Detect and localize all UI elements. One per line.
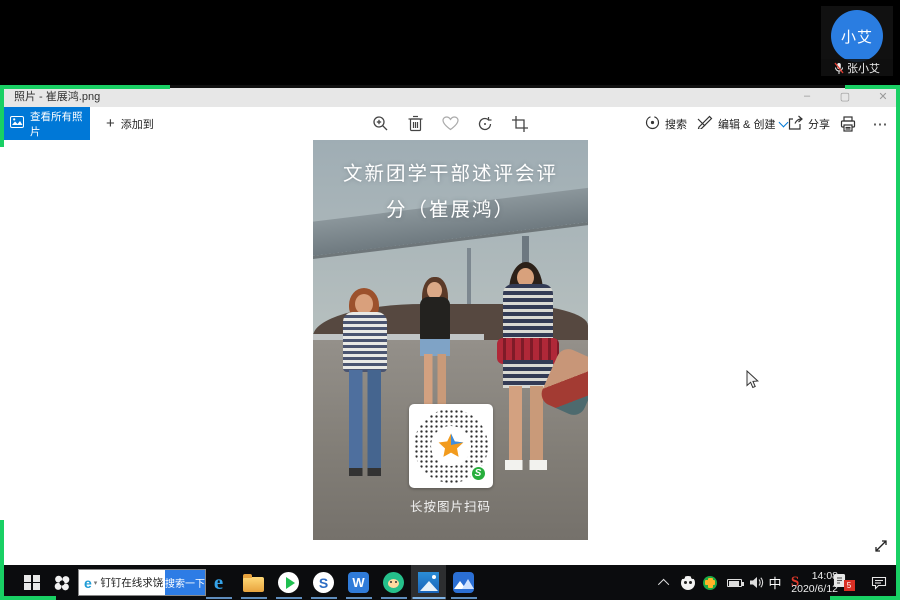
video-play-icon — [278, 572, 299, 593]
photo-viewer-canvas: 文新团学干部述评会评 分（崔展鸿） S 长按图片扫码 — [0, 140, 900, 565]
share-border-bottom-right — [830, 596, 900, 600]
zoom-icon[interactable] — [365, 107, 395, 140]
window-title: 照片 - 崔展鸿.png — [14, 88, 100, 104]
edit-create-button[interactable]: 编辑 & 创建 — [697, 107, 787, 140]
windows-taskbar: e ▾ 钉钉在线求饶 搜索一下 e S W — [0, 565, 900, 600]
share-border-right — [896, 85, 900, 600]
notification-badge: 5 — [844, 580, 855, 591]
view-all-photos-label: 查看所有照片 — [30, 109, 90, 139]
photo-person-left — [341, 292, 389, 482]
photo-title-text: 文新团学干部述评会评 分（崔展鸿） — [313, 156, 588, 228]
qr-code: S — [409, 404, 493, 488]
tray-notes-app[interactable]: 5 — [828, 565, 852, 600]
taskbar-chat-app-button[interactable] — [376, 565, 411, 600]
qr-caption: 长按图片扫码 — [313, 496, 588, 515]
battery-icon — [727, 579, 742, 587]
tray-chevron-up[interactable] — [655, 565, 675, 600]
plus-icon: + — [106, 115, 115, 132]
mic-muted-icon — [834, 62, 844, 74]
pinwheel-icon — [53, 574, 71, 592]
add-to-button[interactable]: + 添加到 — [98, 107, 162, 140]
notes-icon: 5 — [833, 573, 848, 593]
crop-icon[interactable] — [505, 107, 535, 140]
share-icon — [788, 115, 803, 133]
taskbar-search-box[interactable]: e ▾ 钉钉在线求饶 搜索一下 — [78, 569, 206, 596]
mouse-cursor — [746, 370, 759, 394]
edge-icon: e — [214, 570, 223, 595]
taskbar-w-doc-app-button[interactable]: W — [341, 565, 376, 600]
sogou-browser-icon: S — [313, 572, 334, 593]
fullscreen-expand-icon[interactable] — [872, 537, 890, 555]
avatar: 小艾 — [831, 10, 883, 62]
chevron-up-icon — [658, 578, 669, 589]
maximize-button[interactable]: ▢ — [838, 90, 852, 103]
share-border-bottom-left — [0, 520, 4, 600]
tray-security-app[interactable] — [700, 565, 720, 600]
taskbar-meeting-app-button[interactable] — [446, 565, 481, 600]
ie-icon: e — [84, 575, 92, 591]
folder-icon — [243, 577, 264, 592]
more-icon[interactable]: ⋯ — [865, 107, 895, 140]
taskbar-search-go-button[interactable]: 搜索一下 — [165, 569, 205, 596]
photos-app-window: 照片 - 崔展鸿.png – ▢ ✕ 查看所有照片 + 添加到 — [0, 85, 900, 565]
windows-logo-icon — [24, 575, 40, 591]
panda-icon — [681, 576, 695, 590]
view-all-photos-button[interactable]: 查看所有照片 — [0, 107, 90, 140]
edit-create-icon — [697, 115, 713, 132]
pinwheel-app-button[interactable] — [48, 565, 76, 600]
taskbar-search-input[interactable]: 钉钉在线求饶 — [100, 575, 165, 590]
close-button[interactable]: ✕ — [876, 90, 890, 103]
wechat-icon: S — [470, 465, 487, 482]
taskbar-file-explorer-button[interactable] — [236, 565, 271, 600]
share-label: 分享 — [808, 116, 830, 132]
participant-name: 张小艾 — [847, 60, 880, 76]
qr-star-logo — [431, 426, 471, 466]
photo-collection-icon — [10, 116, 24, 131]
participant-tile[interactable]: 小艾 张小艾 — [821, 6, 893, 76]
photos-app-icon — [418, 572, 439, 593]
w-doc-app-icon: W — [348, 572, 369, 593]
print-icon[interactable] — [833, 107, 863, 140]
share-border-top-gap — [170, 85, 845, 88]
search-label: 搜索 — [665, 116, 687, 132]
edit-create-label: 编辑 & 创建 — [718, 116, 775, 132]
shield-icon — [703, 576, 717, 590]
action-center-icon — [871, 575, 887, 590]
visual-search-icon — [645, 115, 660, 133]
tray-volume[interactable] — [746, 565, 766, 600]
tray-battery[interactable] — [723, 565, 745, 600]
start-button[interactable] — [16, 565, 48, 600]
taskbar-photos-app-button[interactable] — [411, 565, 446, 600]
photos-toolbar: 查看所有照片 + 添加到 — [0, 107, 900, 140]
photo-image[interactable]: 文新团学干部述评会评 分（崔展鸿） S 长按图片扫码 — [313, 140, 588, 540]
rotate-icon[interactable] — [470, 107, 500, 140]
call-overlay-strip — [0, 0, 900, 85]
tray-panda-app[interactable] — [678, 565, 698, 600]
shared-screen: 小艾 张小艾 照片 - 崔展鸿.png – ▢ ✕ 查看所有照片 — [0, 0, 900, 600]
participant-name-bar: 张小艾 — [821, 59, 893, 76]
avatar-face-icon — [383, 572, 404, 593]
volume-icon — [749, 576, 764, 589]
delete-icon[interactable] — [400, 107, 430, 140]
share-button[interactable]: 分享 — [788, 107, 830, 140]
taskbar-edge-button[interactable]: e — [201, 565, 236, 600]
photo-person-right — [505, 268, 551, 478]
taskbar-video-app-button[interactable] — [271, 565, 306, 600]
taskbar-sogou-browser-button[interactable]: S — [306, 565, 341, 600]
search-button[interactable]: 搜索 — [645, 107, 687, 140]
share-border-top-left — [0, 85, 170, 89]
share-border-top-right — [845, 85, 900, 89]
action-center-button[interactable] — [866, 565, 892, 600]
mountains-app-icon — [453, 572, 474, 593]
minimize-button[interactable]: – — [800, 90, 814, 102]
ie-caret-icon: ▾ — [94, 579, 98, 587]
favorite-icon[interactable] — [435, 107, 465, 140]
add-to-label: 添加到 — [121, 116, 154, 132]
